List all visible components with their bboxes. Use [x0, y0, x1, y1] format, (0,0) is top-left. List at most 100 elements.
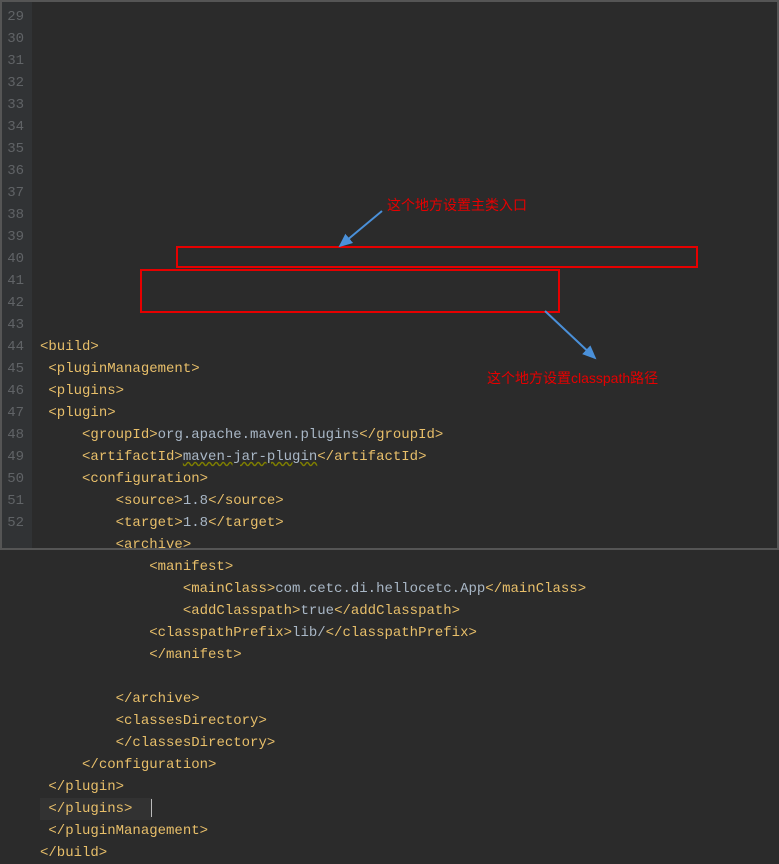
xml-text-warning: maven-jar-plugin	[183, 449, 317, 465]
xml-text	[40, 581, 183, 597]
highlight-box-mainclass	[176, 246, 698, 268]
xml-tag: <manifest>	[149, 559, 233, 575]
line-number: 33	[6, 94, 24, 116]
xml-text	[40, 449, 82, 465]
arrow-top	[332, 206, 392, 256]
line-number: 37	[6, 182, 24, 204]
code-line[interactable]: <groupId>org.apache.maven.plugins</group…	[40, 424, 777, 446]
code-line[interactable]: </classesDirectory>	[40, 732, 777, 754]
xml-text	[40, 823, 48, 839]
code-line[interactable]: <plugins>	[40, 380, 777, 402]
text-cursor	[151, 799, 152, 817]
xml-tag: <pluginManagement>	[48, 361, 199, 377]
code-line[interactable]: </configuration>	[40, 754, 777, 776]
line-number: 35	[6, 138, 24, 160]
xml-text	[40, 515, 116, 531]
line-number: 29	[6, 6, 24, 28]
xml-text	[40, 713, 116, 729]
line-number: 38	[6, 204, 24, 226]
code-line[interactable]: </plugins>	[40, 798, 777, 820]
xml-tag: <build>	[40, 339, 99, 355]
xml-tag: </addClasspath>	[334, 603, 460, 619]
xml-tag: </source>	[208, 493, 284, 509]
xml-tag: </classpathPrefix>	[326, 625, 477, 641]
code-line[interactable]: </pluginManagement>	[40, 820, 777, 842]
line-number: 43	[6, 314, 24, 336]
code-line[interactable]: <target>1.8</target>	[40, 512, 777, 534]
xml-text: 1.8	[183, 493, 208, 509]
code-line[interactable]: </build>	[40, 842, 777, 864]
code-line[interactable]: </manifest>	[40, 644, 777, 666]
xml-tag: <addClasspath>	[183, 603, 301, 619]
xml-text	[40, 647, 149, 663]
xml-tag: <artifactId>	[82, 449, 183, 465]
line-number: 44	[6, 336, 24, 358]
line-number-gutter: 2930313233343536373839404142434445464748…	[2, 2, 32, 548]
xml-text: true	[300, 603, 334, 619]
xml-tag: <configuration>	[82, 471, 208, 487]
code-pane[interactable]: 这个地方设置主类入口 这个地方设置classpath路径 <build> <pl…	[32, 2, 777, 548]
xml-tag: <plugins>	[48, 383, 124, 399]
xml-tag: <classesDirectory>	[116, 713, 267, 729]
code-line[interactable]: <plugin>	[40, 402, 777, 424]
code-line[interactable]: <mainClass>com.cetc.di.hellocetc.App</ma…	[40, 578, 777, 600]
line-number: 49	[6, 446, 24, 468]
highlight-box-classpath	[140, 269, 560, 313]
line-number: 42	[6, 292, 24, 314]
xml-text	[40, 493, 116, 509]
code-line[interactable]: <classpathPrefix>lib/</classpathPrefix>	[40, 622, 777, 644]
code-line[interactable]: <manifest>	[40, 556, 777, 578]
line-number: 48	[6, 424, 24, 446]
code-line[interactable]	[40, 666, 777, 688]
line-number: 32	[6, 72, 24, 94]
xml-text	[40, 537, 116, 553]
xml-text: org.apache.maven.plugins	[158, 427, 360, 443]
line-number: 30	[6, 28, 24, 50]
xml-tag: </classesDirectory>	[116, 735, 276, 751]
code-line[interactable]: </plugin>	[40, 776, 777, 798]
code-line[interactable]: <addClasspath>true</addClasspath>	[40, 600, 777, 622]
line-number: 50	[6, 468, 24, 490]
annotation-top: 这个地方设置主类入口	[387, 194, 527, 216]
line-number: 39	[6, 226, 24, 248]
xml-tag: <mainClass>	[183, 581, 275, 597]
xml-tag: </plugin>	[48, 779, 124, 795]
xml-text	[40, 625, 149, 641]
xml-text	[40, 691, 116, 707]
xml-tag: </build>	[40, 845, 107, 861]
line-number: 41	[6, 270, 24, 292]
line-number: 47	[6, 402, 24, 424]
code-line[interactable]: <configuration>	[40, 468, 777, 490]
line-number: 40	[6, 248, 24, 270]
xml-tag: </plugins>	[48, 801, 132, 817]
xml-tag: </groupId>	[359, 427, 443, 443]
xml-tag: </mainClass>	[485, 581, 586, 597]
xml-text	[40, 801, 48, 817]
xml-tag: <target>	[116, 515, 183, 531]
xml-tag: <plugin>	[48, 405, 115, 421]
xml-text: lib/	[292, 625, 326, 641]
xml-text	[40, 471, 82, 487]
line-number: 51	[6, 490, 24, 512]
xml-text	[40, 779, 48, 795]
line-number: 52	[6, 512, 24, 534]
xml-tag: </archive>	[116, 691, 200, 707]
xml-tag: <archive>	[116, 537, 192, 553]
xml-tag: </artifactId>	[317, 449, 426, 465]
code-line[interactable]: <source>1.8</source>	[40, 490, 777, 512]
code-line[interactable]: <pluginManagement>	[40, 358, 777, 380]
code-line[interactable]: <artifactId>maven-jar-plugin</artifactId…	[40, 446, 777, 468]
xml-tag: </configuration>	[82, 757, 216, 773]
xml-tag: </target>	[208, 515, 284, 531]
code-line[interactable]: </archive>	[40, 688, 777, 710]
code-line[interactable]: <archive>	[40, 534, 777, 556]
line-number: 34	[6, 116, 24, 138]
xml-tag: </pluginManagement>	[48, 823, 208, 839]
code-line[interactable]: <classesDirectory>	[40, 710, 777, 732]
xml-tag: <source>	[116, 493, 183, 509]
code-line[interactable]: <build>	[40, 336, 777, 358]
xml-tag: <classpathPrefix>	[149, 625, 292, 641]
line-number: 31	[6, 50, 24, 72]
line-number: 46	[6, 380, 24, 402]
line-number: 45	[6, 358, 24, 380]
